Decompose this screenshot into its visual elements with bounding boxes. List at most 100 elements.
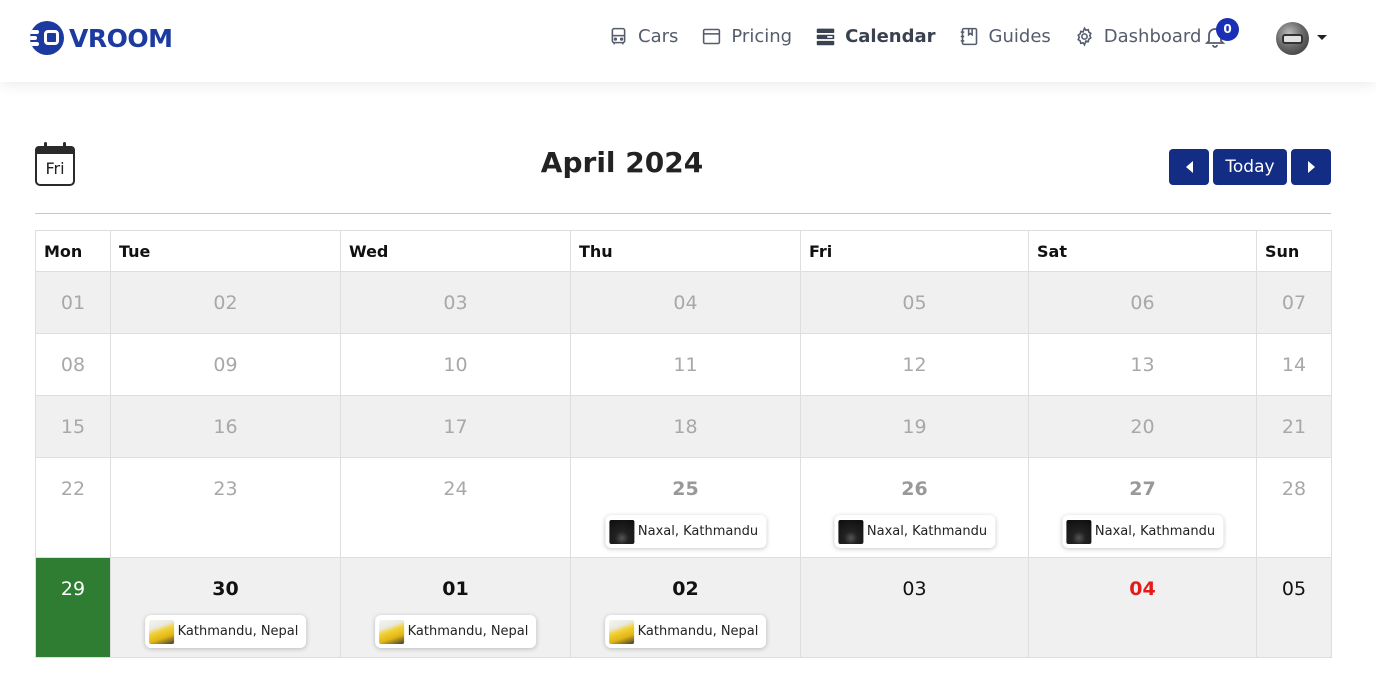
calendar-day-cell[interactable]: 04 <box>1028 557 1257 658</box>
weekday-header: Tue <box>110 230 341 272</box>
calendar-day-cell[interactable]: 19 <box>800 395 1029 458</box>
nav-label-calendar: Calendar <box>845 25 936 47</box>
weekday-header: Sun <box>1256 230 1332 272</box>
calendar-week-row: 08 09 10 11 12 13 14 <box>35 333 1332 396</box>
booking-event[interactable]: Kathmandu, Nepal <box>144 615 307 648</box>
nav-label-pricing: Pricing <box>731 25 793 47</box>
calendar-day-cell[interactable]: 12 <box>800 333 1029 396</box>
calendar-day-cell[interactable]: 01 Kathmandu, Nepal <box>340 557 571 658</box>
day-number: 11 <box>673 354 698 376</box>
calendar-day-cell[interactable]: 25 Naxal, Kathmandu <box>570 457 801 558</box>
calendar-day-cell[interactable]: 16 <box>110 395 341 458</box>
calendar-day-cell[interactable]: 05 <box>1256 557 1332 658</box>
day-number: 12 <box>902 354 927 376</box>
booking-event[interactable]: Naxal, Kathmandu <box>604 515 767 548</box>
calendar-day-cell[interactable]: 20 <box>1028 395 1257 458</box>
calendar-day-cell[interactable]: 21 <box>1256 395 1332 458</box>
bus-icon <box>611 27 626 44</box>
brand-name: VROOM <box>69 23 173 53</box>
calendar-icon <box>816 28 835 45</box>
day-number: 22 <box>60 478 86 500</box>
calendar-day-cell[interactable]: 01 <box>35 271 111 334</box>
brand-logo[interactable]: VROOM <box>30 21 173 55</box>
event-location: Kathmandu, Nepal <box>407 624 529 639</box>
booking-event[interactable]: Naxal, Kathmandu <box>1061 515 1224 548</box>
today-button[interactable]: Today <box>1213 149 1287 185</box>
calendar-day-cell[interactable]: 27 Naxal, Kathmandu <box>1028 457 1257 558</box>
calendar-day-cell[interactable]: 07 <box>1256 271 1332 334</box>
month-title: April 2024 <box>540 146 704 179</box>
calendar-day-cell[interactable]: 04 <box>570 271 801 334</box>
car-thumbnail <box>148 619 174 644</box>
booking-event[interactable]: Kathmandu, Nepal <box>604 615 767 648</box>
nav-item-cars[interactable]: Cars <box>608 26 678 47</box>
event-location: Kathmandu, Nepal <box>177 624 299 639</box>
calendar-day-cell[interactable]: 08 <box>35 333 111 396</box>
title-divider <box>35 213 1331 214</box>
booking-event[interactable]: Kathmandu, Nepal <box>374 615 537 648</box>
avatar[interactable] <box>1276 22 1309 55</box>
day-number: 02 <box>672 578 699 600</box>
calendar-day-cell[interactable]: 06 <box>1028 271 1257 334</box>
day-number: 03 <box>902 578 927 600</box>
event-location: Naxal, Kathmandu <box>637 524 759 539</box>
event-location: Naxal, Kathmandu <box>1094 524 1216 539</box>
day-number: 10 <box>443 354 468 376</box>
calendar-day-cell[interactable]: 11 <box>570 333 801 396</box>
nav-label-guides: Guides <box>988 25 1051 47</box>
calendar-day-cell[interactable]: 03 <box>340 271 571 334</box>
calendar-day-cell[interactable]: 13 <box>1028 333 1257 396</box>
car-thumbnail <box>1065 519 1091 544</box>
nav-item-calendar[interactable]: Calendar <box>815 25 936 47</box>
calendar-day-cell[interactable]: 17 <box>340 395 571 458</box>
booking-event[interactable]: Naxal, Kathmandu <box>833 515 996 548</box>
day-number: 26 <box>901 478 928 500</box>
day-number: 15 <box>60 416 86 438</box>
nav-label-cars: Cars <box>638 25 679 47</box>
calendar-day-cell[interactable]: 24 <box>340 457 571 558</box>
calendar-day-today[interactable]: 29 <box>35 557 111 658</box>
calendar-day-cell[interactable]: 09 <box>110 333 341 396</box>
day-number: 27 <box>1129 478 1156 500</box>
day-number: 07 <box>1281 292 1307 314</box>
calendar-day-cell[interactable]: 02 <box>110 271 341 334</box>
day-number: 05 <box>902 292 927 314</box>
day-number: 30 <box>212 578 239 600</box>
calendar-day-cell[interactable]: 03 <box>800 557 1029 658</box>
day-number: 19 <box>902 416 927 438</box>
calendar-week-row: 01 02 03 04 05 06 07 <box>35 271 1332 334</box>
calendar-week-row: 29 30 Kathmandu, Nepal 01 Kathmandu, Nepal 02… <box>35 557 1332 658</box>
nav-item-guides[interactable]: Guides <box>959 26 1051 47</box>
weekday-header: Wed <box>340 230 571 272</box>
nav-item-pricing[interactable]: Pricing <box>701 26 792 47</box>
nav-item-dashboard[interactable]: Dashboard <box>1074 26 1201 47</box>
calendar-day-cell[interactable]: 26 Naxal, Kathmandu <box>800 457 1029 558</box>
gear-icon <box>1076 26 1092 46</box>
top-navbar: VROOM Cars Pricing Calendar Guides Dashb… <box>0 0 1376 82</box>
day-number: 25 <box>672 478 699 500</box>
calendar-day-cell[interactable]: 28 <box>1256 457 1332 558</box>
main-nav: Cars Pricing Calendar Guides Dashboard <box>608 22 1224 50</box>
car-thumbnail <box>608 519 634 544</box>
event-location: Naxal, Kathmandu <box>866 524 988 539</box>
calendar-grid: Mon Tue Wed Thu Fri Sat Sun 01 02 03 04 05 06… <box>35 230 1332 658</box>
day-number: 06 <box>1130 292 1155 314</box>
calendar-day-cell[interactable]: 14 <box>1256 333 1332 396</box>
calendar-day-cell[interactable]: 18 <box>570 395 801 458</box>
next-month-button[interactable] <box>1291 149 1331 185</box>
calendar-day-cell[interactable]: 15 <box>35 395 111 458</box>
car-thumbnail <box>608 619 634 644</box>
chevron-right-icon <box>1307 161 1315 173</box>
calendar-day-cell[interactable]: 05 <box>800 271 1029 334</box>
day-number: 20 <box>1130 416 1155 438</box>
calendar-day-cell[interactable]: 22 <box>35 457 111 558</box>
calendar-day-cell[interactable]: 30 Kathmandu, Nepal <box>110 557 341 658</box>
chevron-down-icon[interactable] <box>1317 35 1327 40</box>
prev-month-button[interactable] <box>1169 149 1209 185</box>
day-number: 16 <box>213 416 238 438</box>
calendar-week-row: 22 23 24 25 Naxal, Kathmandu 26 Naxal, Kathman… <box>35 457 1332 558</box>
calendar-day-cell[interactable]: 02 Kathmandu, Nepal <box>570 557 801 658</box>
calendar-day-cell[interactable]: 23 <box>110 457 341 558</box>
car-thumbnail <box>378 619 404 644</box>
calendar-day-cell[interactable]: 10 <box>340 333 571 396</box>
